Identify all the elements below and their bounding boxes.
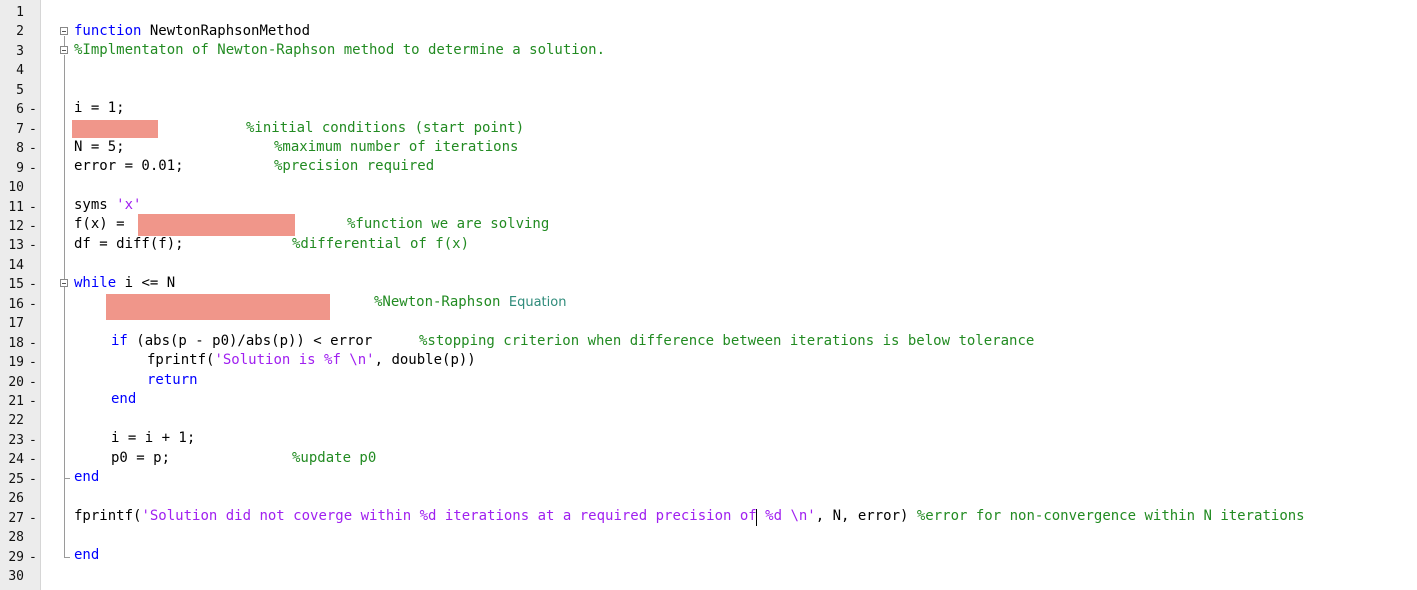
fprintf-call: fprintf( bbox=[147, 352, 215, 368]
keyword-syms: syms bbox=[74, 197, 108, 213]
code-error-init: error = 0.01; bbox=[74, 158, 184, 174]
code-f-def: f(x) = bbox=[74, 216, 125, 232]
while-condition: i <= N bbox=[116, 275, 176, 291]
gutter-row: 26 bbox=[0, 489, 1417, 508]
text-cursor bbox=[756, 509, 757, 526]
keyword-function: function bbox=[74, 23, 142, 39]
comment-max-iterations: %maximum number of iterations bbox=[274, 139, 519, 155]
comment-differential: %differential of f(x) bbox=[292, 236, 470, 252]
function-name: NewtonRaphsonMethod bbox=[141, 23, 311, 39]
redacted-start-point bbox=[72, 120, 158, 138]
gutter-row: 4 bbox=[0, 61, 1417, 80]
comment-stopping-criterion: %stopping criterion when difference betw… bbox=[419, 333, 1035, 349]
comment-newton-raphson: %Newton-Raphson Equation bbox=[374, 294, 567, 310]
string-no-convergence: 'Solution did not coverge within %d iter… bbox=[141, 508, 816, 524]
comment-update-p0: %update p0 bbox=[292, 450, 377, 466]
keyword-while: while bbox=[74, 275, 117, 291]
keyword-if: if bbox=[111, 333, 128, 349]
redacted-function-expression bbox=[138, 214, 295, 236]
gutter-row: 14 bbox=[0, 256, 1417, 275]
gutter-row: 10 bbox=[0, 178, 1417, 197]
keyword-return: return bbox=[147, 372, 198, 388]
fprintf-args-final: , N, error) bbox=[815, 508, 909, 524]
line-number[interactable]: 5 bbox=[0, 81, 24, 100]
comment-non-convergence: %error for non-convergence within N iter… bbox=[908, 508, 1305, 524]
gutter-row: 1 bbox=[0, 3, 1417, 22]
string-x: 'x' bbox=[107, 197, 142, 213]
comment-initial-conditions: %initial conditions (start point) bbox=[246, 120, 525, 136]
gutter-row: 22 bbox=[0, 411, 1417, 430]
line-number[interactable]: 1 bbox=[0, 3, 24, 22]
keyword-end-if: end bbox=[111, 391, 137, 407]
code-increment: i = i + 1; bbox=[111, 430, 196, 446]
code-update-p0: p0 = p; bbox=[111, 450, 171, 466]
gutter-row: 28 bbox=[0, 528, 1417, 547]
fprintf-args: , double(p)) bbox=[374, 352, 476, 368]
code-n-init: N = 5; bbox=[74, 139, 125, 155]
string-solution: 'Solution is %f \n' bbox=[214, 352, 375, 368]
keyword-end-while: end bbox=[74, 469, 100, 485]
if-condition: (abs(p - p0)/abs(p)) < error bbox=[127, 333, 373, 349]
fprintf-call-final: fprintf( bbox=[74, 508, 142, 524]
comment-function-solving: %function we are solving bbox=[347, 216, 550, 232]
comment-description: %Implmentaton of Newton-Raphson method t… bbox=[74, 42, 606, 58]
code-i-init: i = 1; bbox=[74, 100, 125, 116]
comment-equation: Equation bbox=[508, 295, 567, 310]
gutter-row: 30 bbox=[0, 567, 1417, 586]
comment-precision: %precision required bbox=[274, 158, 435, 174]
gutter-row: 5 bbox=[0, 81, 1417, 100]
keyword-end-function: end bbox=[74, 547, 100, 563]
redacted-newton-raphson-equation bbox=[106, 294, 330, 320]
code-df-def: df = diff(f); bbox=[74, 236, 184, 252]
